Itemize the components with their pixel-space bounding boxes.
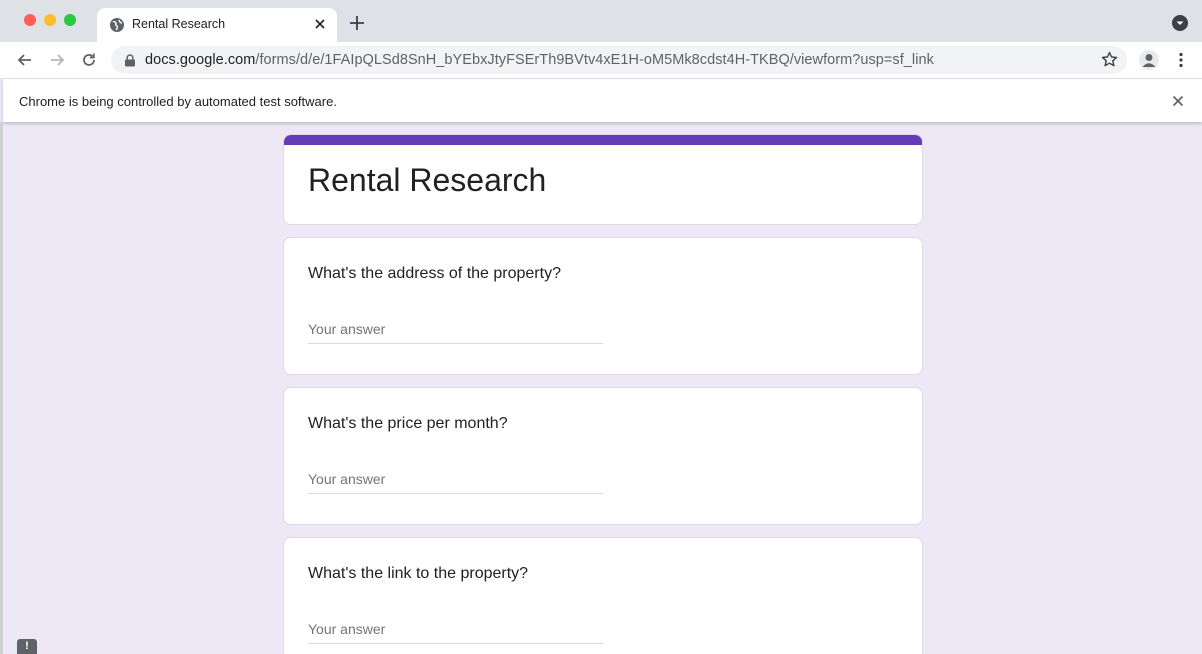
answer-input-address[interactable] <box>308 318 603 344</box>
profile-avatar[interactable] <box>1139 50 1159 70</box>
tab-strip: Rental Research <box>0 0 1202 42</box>
browser-toolbar: docs.google.com/forms/d/e/1FAIpQLSd8SnH_… <box>0 42 1202 78</box>
question-text: What's the address of the property? <box>308 265 561 282</box>
window-edge <box>0 122 3 654</box>
question-card: What's the address of the property? <box>283 237 923 375</box>
forward-arrow-icon[interactable] <box>48 51 66 69</box>
question-text: What's the link to the property? <box>308 565 529 582</box>
question-text: What's the price per month? <box>308 415 508 432</box>
tab-close-icon[interactable] <box>312 16 328 32</box>
tab-search-button[interactable] <box>1172 15 1188 31</box>
question-card: What's the link to the property? <box>283 537 923 654</box>
tab-title: Rental Research <box>132 17 226 31</box>
form-accent-bar <box>284 135 922 145</box>
report-issue-button[interactable]: ! <box>17 639 37 654</box>
answer-input-link[interactable] <box>308 618 603 644</box>
new-tab-icon[interactable] <box>348 14 366 32</box>
window-maximize-button[interactable] <box>64 14 76 26</box>
reload-icon[interactable] <box>80 51 98 69</box>
close-icon[interactable] <box>1170 93 1186 109</box>
globe-icon <box>110 18 124 32</box>
form-header-card: Rental Research <box>283 134 923 225</box>
answer-input-price[interactable] <box>308 468 603 494</box>
window-close-button[interactable] <box>24 14 36 26</box>
window-minimize-button[interactable] <box>44 14 56 26</box>
url-text[interactable]: docs.google.com/forms/d/e/1FAIpQLSd8SnH_… <box>145 52 934 68</box>
browser-tab[interactable]: Rental Research <box>97 8 337 42</box>
chevron-down-icon <box>1176 21 1184 25</box>
person-icon <box>1142 54 1156 67</box>
form-title: Rental Research <box>308 162 547 198</box>
automation-infobar: Chrome is being controlled by automated … <box>3 78 1202 122</box>
back-arrow-icon[interactable] <box>16 51 34 69</box>
address-bar[interactable]: docs.google.com/forms/d/e/1FAIpQLSd8SnH_… <box>111 46 1127 74</box>
lock-icon[interactable] <box>124 54 136 67</box>
infobar-message: Chrome is being controlled by automated … <box>19 94 337 109</box>
star-icon[interactable] <box>1101 51 1118 68</box>
question-card: What's the price per month? <box>283 387 923 525</box>
more-vert-icon[interactable] <box>1172 51 1190 69</box>
